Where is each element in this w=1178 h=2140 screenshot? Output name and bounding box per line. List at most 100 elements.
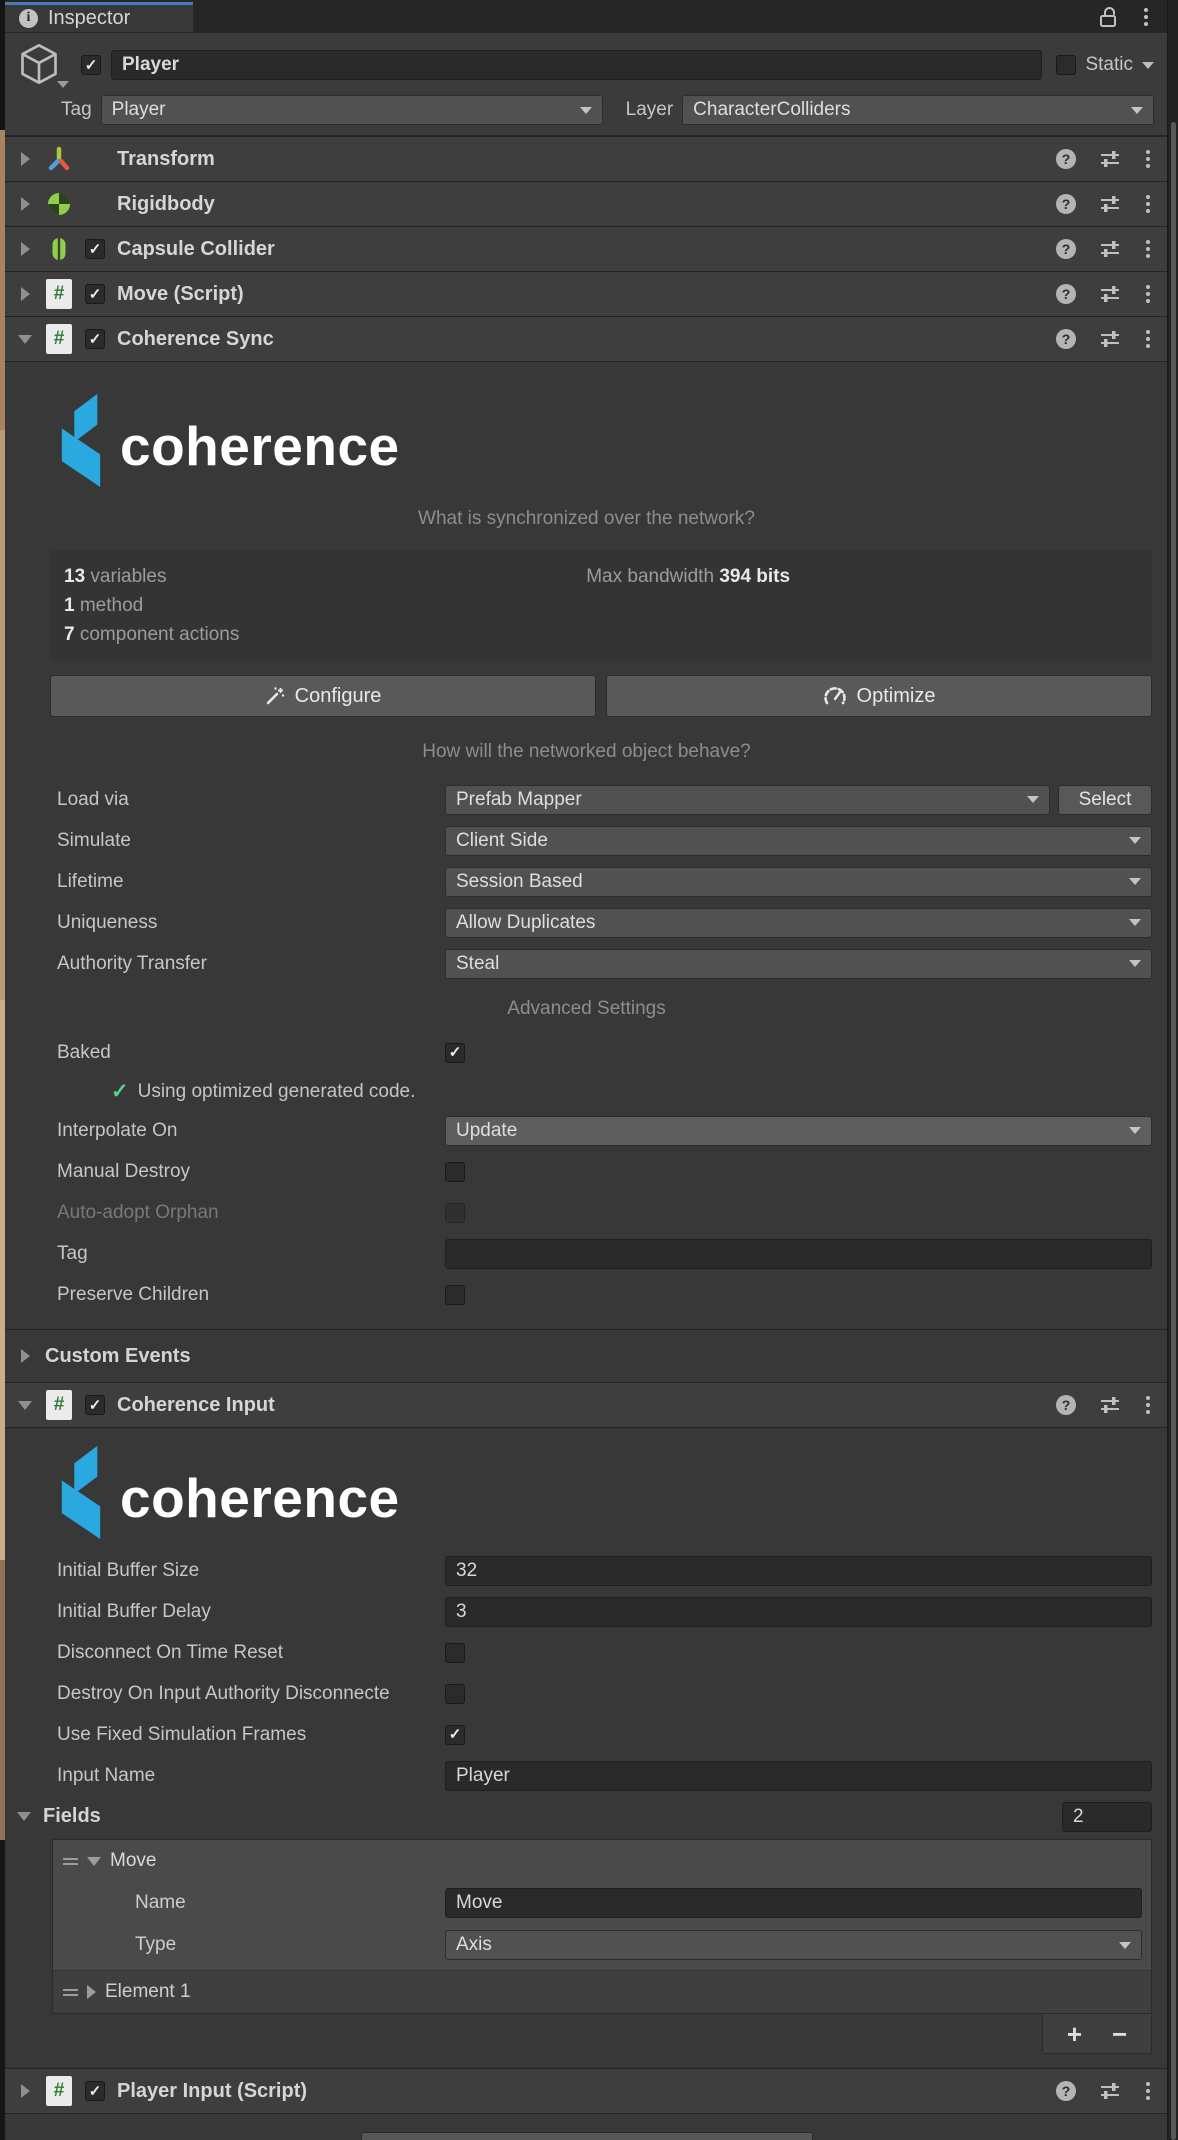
component-enabled-checkbox[interactable]: ✓ — [85, 239, 105, 259]
help-icon[interactable]: ? — [1056, 284, 1076, 304]
destroy-on-input-authority-checkbox[interactable] — [445, 1684, 465, 1704]
authority-transfer-dropdown[interactable]: Steal — [445, 949, 1152, 979]
presets-icon[interactable] — [1100, 285, 1120, 303]
foldout-arrow-icon[interactable] — [87, 1857, 101, 1866]
component-enabled-checkbox[interactable]: ✓ — [85, 284, 105, 304]
component-title: Rigidbody — [117, 193, 215, 216]
help-icon[interactable]: ? — [1056, 1395, 1076, 1415]
input-name-input[interactable]: Player — [445, 1761, 1152, 1791]
active-checkbox[interactable]: ✓ — [81, 55, 101, 75]
component-menu-kebab-icon[interactable] — [1144, 1394, 1152, 1416]
tag-dropdown[interactable]: Player — [101, 95, 603, 125]
window-menu-kebab-icon[interactable] — [1142, 6, 1150, 28]
field-element-title: Element 1 — [105, 1981, 191, 2003]
static-checkbox[interactable] — [1056, 55, 1076, 75]
foldout-arrow-icon[interactable] — [21, 242, 30, 256]
initial-buffer-size-input[interactable]: 32 — [445, 1556, 1152, 1586]
field-type-dropdown[interactable]: Axis — [445, 1930, 1142, 1960]
sync-tag-input[interactable] — [445, 1239, 1152, 1269]
help-icon[interactable]: ? — [1056, 149, 1076, 169]
component-header-move-script[interactable]: # ✓ Move (Script) ? — [5, 271, 1168, 316]
component-enabled-checkbox[interactable]: ✓ — [85, 1395, 105, 1415]
optimize-button[interactable]: Optimize — [606, 675, 1152, 717]
component-menu-kebab-icon[interactable] — [1144, 193, 1152, 215]
lifetime-dropdown[interactable]: Session Based — [445, 867, 1152, 897]
manual-destroy-checkbox[interactable] — [445, 1162, 465, 1182]
simulate-value: Client Side — [456, 830, 548, 852]
help-icon[interactable]: ? — [1056, 239, 1076, 259]
component-header-coherence-sync[interactable]: # ✓ Coherence Sync ? — [5, 316, 1168, 361]
foldout-arrow-icon[interactable] — [21, 1349, 30, 1363]
checkmark: ✓ — [89, 1398, 102, 1413]
component-header-capsule-collider[interactable]: ✓ Capsule Collider ? — [5, 226, 1168, 271]
component-header-coherence-input[interactable]: # ✓ Coherence Input ? — [5, 1382, 1168, 1427]
disconnect-on-time-reset-checkbox[interactable] — [445, 1643, 465, 1663]
component-header-transform[interactable]: Transform ? — [5, 136, 1168, 181]
field-name-input[interactable]: Move — [445, 1888, 1142, 1918]
select-button[interactable]: Select — [1058, 785, 1152, 815]
foldout-arrow-icon[interactable] — [18, 1401, 32, 1410]
component-menu-kebab-icon[interactable] — [1144, 328, 1152, 350]
fields-count-input[interactable]: 2 — [1062, 1802, 1152, 1832]
presets-icon[interactable] — [1100, 2082, 1120, 2100]
gameobject-name-input[interactable]: Player — [111, 50, 1042, 80]
help-icon[interactable]: ? — [1056, 194, 1076, 214]
bandwidth-label: Max bandwidth — [586, 566, 719, 587]
field-element-move[interactable]: Move — [53, 1840, 1151, 1882]
presets-icon[interactable] — [1100, 240, 1120, 258]
field-type-value: Axis — [456, 1934, 492, 1956]
static-dropdown-caret[interactable] — [1142, 62, 1154, 69]
component-enabled-checkbox[interactable]: ✓ — [85, 2081, 105, 2101]
layer-dropdown[interactable]: CharacterColliders — [682, 95, 1154, 125]
help-icon[interactable]: ? — [1056, 329, 1076, 349]
field-name-value: Move — [456, 1892, 502, 1914]
use-fixed-simulation-frames-checkbox[interactable]: ✓ — [445, 1725, 465, 1745]
component-menu-kebab-icon[interactable] — [1144, 238, 1152, 260]
component-menu-kebab-icon[interactable] — [1144, 148, 1152, 170]
field-element-1[interactable]: Element 1 — [53, 1970, 1151, 2013]
presets-icon[interactable] — [1100, 1396, 1120, 1414]
unlock-icon[interactable] — [1098, 6, 1118, 28]
remove-element-button[interactable]: − — [1112, 2021, 1127, 2047]
add-element-button[interactable]: + — [1067, 2021, 1082, 2047]
presets-icon[interactable] — [1100, 150, 1120, 168]
baked-checkbox[interactable]: ✓ — [445, 1043, 465, 1063]
component-menu-kebab-icon[interactable] — [1144, 283, 1152, 305]
configure-button[interactable]: Configure — [50, 675, 596, 717]
foldout-arrow-icon[interactable] — [21, 2084, 30, 2098]
coherence-logo: coherence — [60, 1444, 1168, 1540]
component-header-rigidbody[interactable]: Rigidbody ? — [5, 181, 1168, 226]
foldout-arrow-icon[interactable] — [87, 1985, 96, 1999]
foldout-arrow-icon[interactable] — [17, 1812, 31, 1821]
custom-events-foldout[interactable]: Custom Events — [5, 1329, 1168, 1382]
manual-destroy-label: Manual Destroy — [5, 1161, 445, 1183]
fields-foldout[interactable]: Fields 2 — [5, 1796, 1168, 1837]
tab-inspector[interactable]: i Inspector — [5, 2, 193, 32]
interpolate-on-dropdown[interactable]: Update — [445, 1116, 1152, 1146]
foldout-arrow-icon[interactable] — [21, 152, 30, 166]
uniqueness-dropdown[interactable]: Allow Duplicates — [445, 908, 1152, 938]
scrollbar-thumb[interactable] — [1171, 122, 1176, 2140]
select-label: Select — [1079, 789, 1132, 811]
presets-icon[interactable] — [1100, 195, 1120, 213]
simulate-dropdown[interactable]: Client Side — [445, 826, 1152, 856]
preserve-children-checkbox[interactable] — [445, 1285, 465, 1305]
component-enabled-checkbox[interactable]: ✓ — [85, 329, 105, 349]
foldout-arrow-icon[interactable] — [21, 287, 30, 301]
component-header-player-input[interactable]: # ✓ Player Input (Script) ? — [5, 2068, 1168, 2113]
drag-handle-icon[interactable] — [63, 1989, 78, 1996]
presets-icon[interactable] — [1100, 330, 1120, 348]
background-window-sliver — [0, 0, 5, 2140]
gameobject-icon[interactable] — [17, 42, 71, 88]
add-component-button[interactable]: Add Component — [361, 2132, 813, 2140]
simulate-label: Simulate — [5, 830, 445, 852]
load-via-dropdown[interactable]: Prefab Mapper — [445, 785, 1050, 815]
help-icon[interactable]: ? — [1056, 2081, 1076, 2101]
checkmark: ✓ — [449, 1045, 462, 1060]
drag-handle-icon[interactable] — [63, 1858, 78, 1865]
initial-buffer-delay-input[interactable]: 3 — [445, 1597, 1152, 1627]
foldout-arrow-icon[interactable] — [18, 335, 32, 344]
component-menu-kebab-icon[interactable] — [1144, 2080, 1152, 2102]
tag-value: Player — [112, 99, 166, 121]
foldout-arrow-icon[interactable] — [21, 197, 30, 211]
